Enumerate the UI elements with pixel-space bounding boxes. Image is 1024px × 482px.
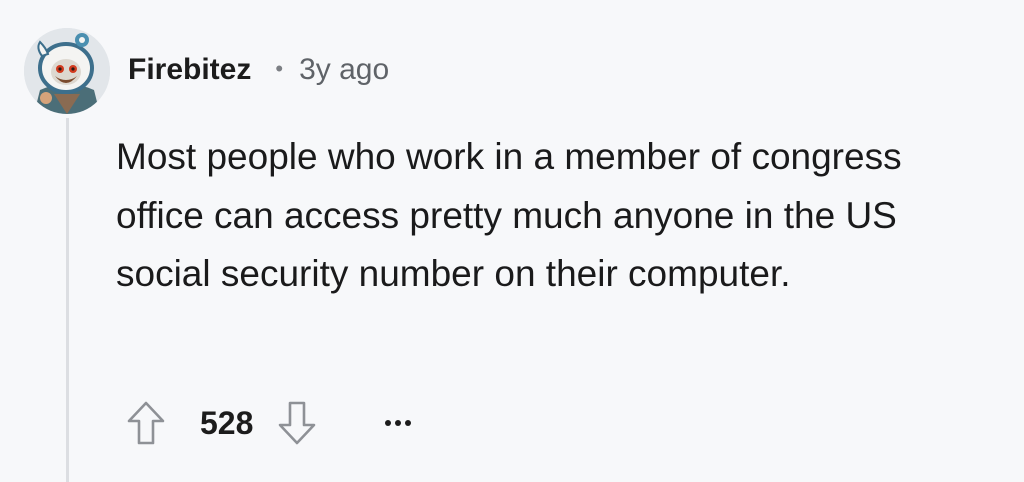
vote-score: 528 <box>200 404 254 441</box>
avatar-image <box>24 28 110 114</box>
timestamp[interactable]: 3y ago <box>299 53 389 87</box>
comment-header: Firebitez • 3y ago <box>128 50 389 90</box>
arrow-down-outline-icon <box>279 401 316 445</box>
comment-body: Most people who work in a member of cong… <box>116 136 902 294</box>
arrow-up-outline-icon <box>127 401 165 445</box>
ellipsis-icon <box>385 420 392 426</box>
more-options-button[interactable] <box>385 413 412 433</box>
comment-actions: 528 <box>126 396 412 450</box>
meta-separator: • <box>275 56 284 81</box>
thread-line[interactable] <box>66 118 69 482</box>
upvote-button[interactable] <box>126 399 166 447</box>
comment: Firebitez • 3y ago Most people who work … <box>0 0 1024 482</box>
username[interactable]: Firebitez <box>128 53 251 87</box>
downvote-button[interactable] <box>277 399 317 447</box>
ellipsis-icon <box>405 420 412 426</box>
ellipsis-icon <box>395 420 402 426</box>
avatar[interactable] <box>24 28 110 114</box>
